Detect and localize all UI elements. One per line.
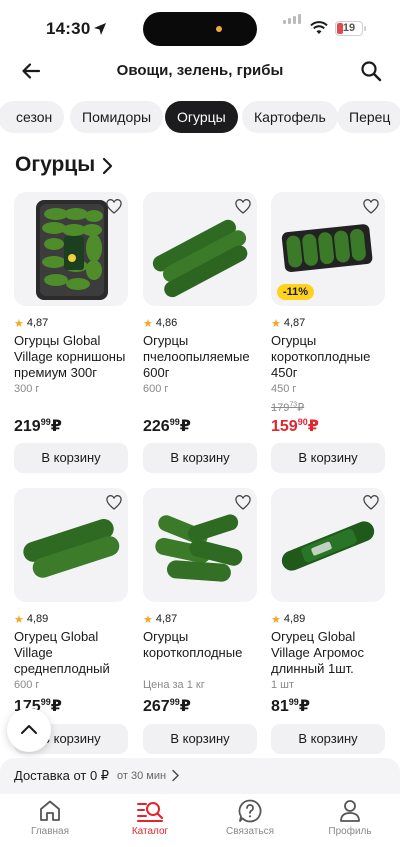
product-image[interactable]: -11%: [271, 192, 385, 306]
delivery-info-bar[interactable]: Доставка от 0 ₽ от 30 мин: [0, 758, 400, 794]
product-image[interactable]: [271, 488, 385, 602]
dynamic-island: [143, 12, 257, 46]
product-weight: 600 г: [14, 679, 40, 691]
heart-icon[interactable]: [106, 199, 122, 215]
product-price: 8199₽: [271, 697, 310, 715]
product-card[interactable]: ★ 4,89 Огурец Global Village Агромос длин…: [271, 488, 385, 754]
add-to-cart-button[interactable]: В корзину: [143, 443, 257, 473]
product-name: Огурцы короткоплодные 450г: [271, 333, 371, 380]
section-title: Огурцы: [15, 153, 96, 176]
page-title: Овощи, зелень, грибы: [116, 62, 284, 79]
product-image[interactable]: [14, 192, 128, 306]
product-card[interactable]: ★ 4,87 Огурцы короткоплодные Цена за 1 кг…: [143, 488, 257, 754]
star-icon: ★: [143, 317, 153, 330]
product-weight: 450 г: [271, 383, 297, 395]
product-weight: 600 г: [143, 383, 169, 395]
product-image[interactable]: [14, 488, 128, 602]
tab-label: Каталог: [131, 826, 169, 837]
product-card[interactable]: ★ 4,86 Огурцы пчелоопыляемые 600г 600 г 2…: [143, 192, 257, 473]
product-card[interactable]: ★ 4,87 Огурцы Global Village корнишоны пр…: [14, 192, 128, 473]
add-to-cart-button[interactable]: В корзину: [14, 443, 128, 473]
chip-tomatoes[interactable]: Помидоры: [70, 101, 164, 133]
product-card[interactable]: ★ 4,89 Огурец Global Village среднеплодны…: [14, 488, 128, 754]
rating: ★ 4,87: [14, 317, 49, 330]
bottom-tab-bar: Главная Каталог Связаться Профиль: [0, 794, 400, 847]
star-icon: ★: [14, 317, 24, 330]
heart-icon[interactable]: [106, 495, 122, 511]
status-time: 14:30: [46, 19, 91, 38]
category-chips: сезон Помидоры Огурцы Картофель Перец: [0, 101, 400, 133]
scroll-to-top-button[interactable]: [7, 708, 51, 752]
rating: ★ 4,89: [271, 613, 306, 626]
discount-badge: -11%: [277, 284, 315, 300]
star-icon: ★: [14, 613, 24, 626]
chip-cucumbers[interactable]: Огурцы: [165, 101, 238, 133]
product-image[interactable]: [143, 192, 257, 306]
tab-profile[interactable]: Профиль: [310, 798, 390, 837]
product-name: Огурцы пчелоопыляемые 600г: [143, 333, 250, 380]
delivery-time: от 30 мин: [117, 770, 167, 782]
heart-icon[interactable]: [235, 199, 251, 215]
product-price: 21999₽: [14, 417, 62, 435]
rating: ★ 4,89: [14, 613, 49, 626]
add-to-cart-button[interactable]: В корзину: [143, 724, 257, 754]
old-price: 17973₽: [271, 401, 305, 414]
chevron-right-icon: [102, 157, 113, 175]
help-chat-icon: [238, 799, 262, 823]
rating: ★ 4,87: [271, 317, 306, 330]
top-app-bar: Овощи, зелень, грибы: [0, 58, 400, 86]
heart-icon[interactable]: [363, 199, 379, 215]
chip-potatoes[interactable]: Картофель: [242, 101, 338, 133]
search-icon[interactable]: [360, 60, 382, 82]
product-image[interactable]: [143, 488, 257, 602]
product-name: Огурцы короткоплодные: [143, 629, 243, 660]
product-name: Огурец Global Village Агромос длинный 1ш…: [271, 629, 364, 676]
product-price: 22699₽: [143, 417, 191, 435]
add-to-cart-button[interactable]: В корзину: [271, 443, 385, 473]
catalog-search-icon: [137, 802, 164, 822]
battery-level: 19: [342, 22, 356, 34]
tab-home[interactable]: Главная: [10, 798, 90, 837]
sale-price: 15990₽: [271, 417, 319, 435]
tab-contact[interactable]: Связаться: [210, 798, 290, 837]
location-arrow-icon: [94, 23, 106, 35]
tab-label: Главная: [30, 826, 70, 837]
star-icon: ★: [271, 613, 281, 626]
star-icon: ★: [143, 613, 153, 626]
add-to-cart-button[interactable]: В корзину: [271, 724, 385, 754]
wifi-icon: [310, 21, 328, 34]
chip-pepper[interactable]: Перец: [337, 101, 400, 133]
tab-label: Профиль: [328, 826, 372, 837]
tab-catalog[interactable]: Каталог: [110, 798, 190, 837]
chevron-up-icon: [21, 725, 37, 734]
battery-icon: 19: [335, 21, 363, 36]
star-icon: ★: [271, 317, 281, 330]
product-weight: Цена за 1 кг: [143, 679, 205, 691]
home-icon: [40, 800, 60, 821]
chip-season[interactable]: сезон: [0, 101, 65, 133]
profile-icon: [340, 800, 360, 822]
product-name: Огурец Global Village среднеплодный г…: [14, 629, 110, 676]
product-weight: 300 г: [14, 383, 40, 395]
status-bar: 14:30 19: [0, 0, 400, 58]
heart-icon[interactable]: [363, 495, 379, 511]
tab-label: Связаться: [226, 826, 274, 837]
product-card[interactable]: -11% ★ 4,87 Огурцы короткоплодные 450г 45…: [271, 192, 385, 473]
heart-icon[interactable]: [235, 495, 251, 511]
rating: ★ 4,87: [143, 613, 178, 626]
product-name: Огурцы Global Village корнишоны премиум …: [14, 333, 126, 380]
product-weight: 1 шт: [271, 679, 295, 691]
rating: ★ 4,86: [143, 317, 178, 330]
delivery-price: Доставка от 0 ₽: [14, 768, 110, 783]
chevron-right-icon: [172, 769, 179, 782]
section-header[interactable]: Огурцы: [15, 153, 113, 179]
product-price: 26799₽: [143, 697, 191, 715]
